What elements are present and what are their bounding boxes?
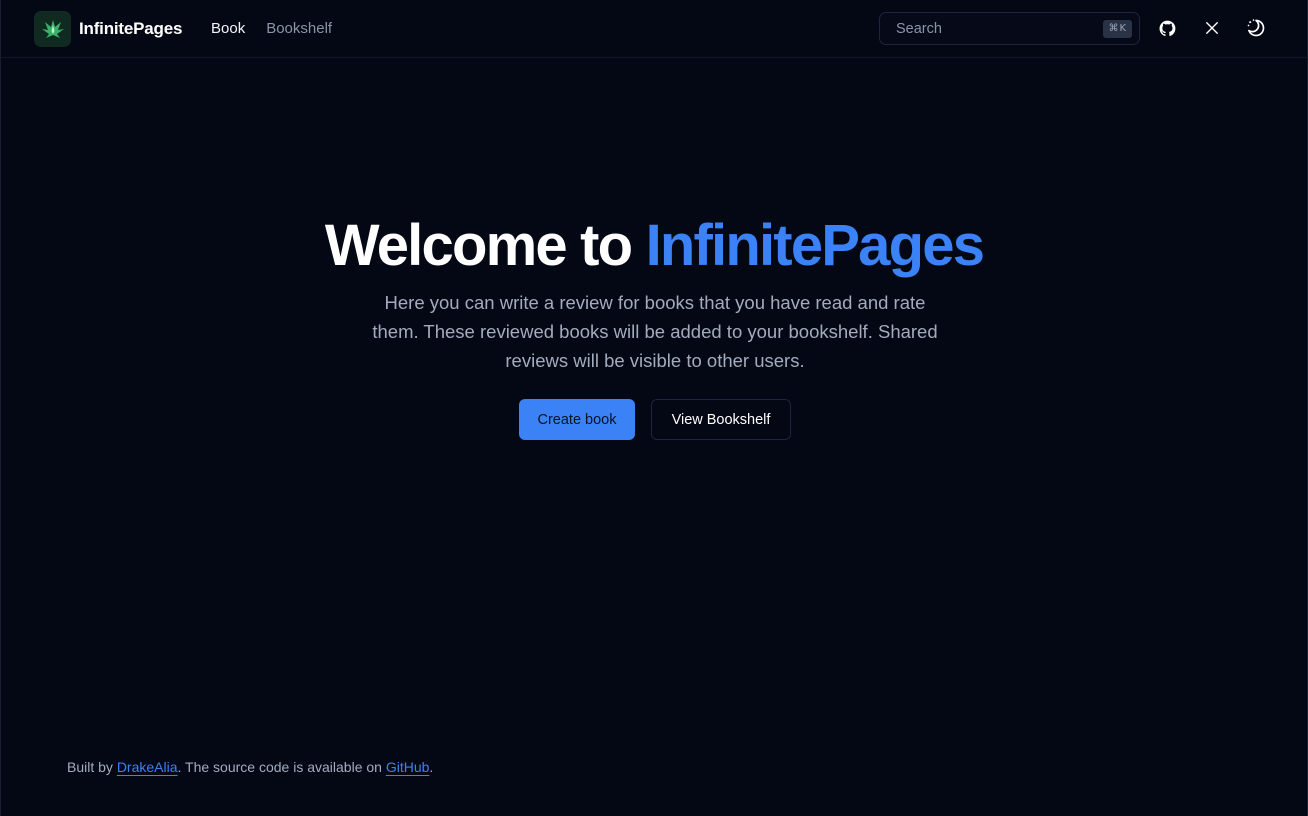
search-button[interactable]: Search ⌘K: [879, 12, 1140, 45]
footer-prefix: Built by: [67, 759, 117, 775]
search-placeholder: Search: [896, 20, 942, 37]
view-bookshelf-button[interactable]: View Bookshelf: [651, 399, 791, 440]
x-icon[interactable]: [1201, 17, 1223, 39]
site-footer: Built by DrakeAlia. The source code is a…: [67, 759, 433, 775]
dragon-logo-icon: [34, 11, 71, 47]
hero-title: Welcome to InfinitePages: [1, 212, 1307, 279]
main-nav: Book Bookshelf: [211, 20, 332, 37]
footer-suffix: .: [429, 759, 434, 775]
theme-toggle-icon[interactable]: [1245, 17, 1267, 39]
brand-name: InfinitePages: [79, 19, 183, 38]
search-shortcut-badge: ⌘K: [1103, 20, 1132, 38]
github-source-link[interactable]: GitHub: [386, 759, 430, 775]
hero-title-accent: InfinitePages: [645, 213, 985, 278]
github-icon[interactable]: [1156, 17, 1178, 39]
site-header: InfinitePages Book Bookshelf Search ⌘K: [1, 0, 1307, 58]
brand-link[interactable]: InfinitePages: [34, 11, 182, 47]
hero-title-prefix: Welcome to: [324, 213, 646, 278]
footer-middle: . The source code is available on: [177, 759, 386, 775]
author-link[interactable]: DrakeAlia: [117, 759, 178, 775]
nav-book-link[interactable]: Book: [211, 20, 245, 37]
create-book-button[interactable]: Create book: [519, 399, 635, 440]
app-window: InfinitePages Book Bookshelf Search ⌘K W…: [0, 0, 1308, 816]
hero-description: Here you can write a review for books th…: [372, 292, 938, 371]
nav-bookshelf-link[interactable]: Bookshelf: [266, 20, 332, 37]
